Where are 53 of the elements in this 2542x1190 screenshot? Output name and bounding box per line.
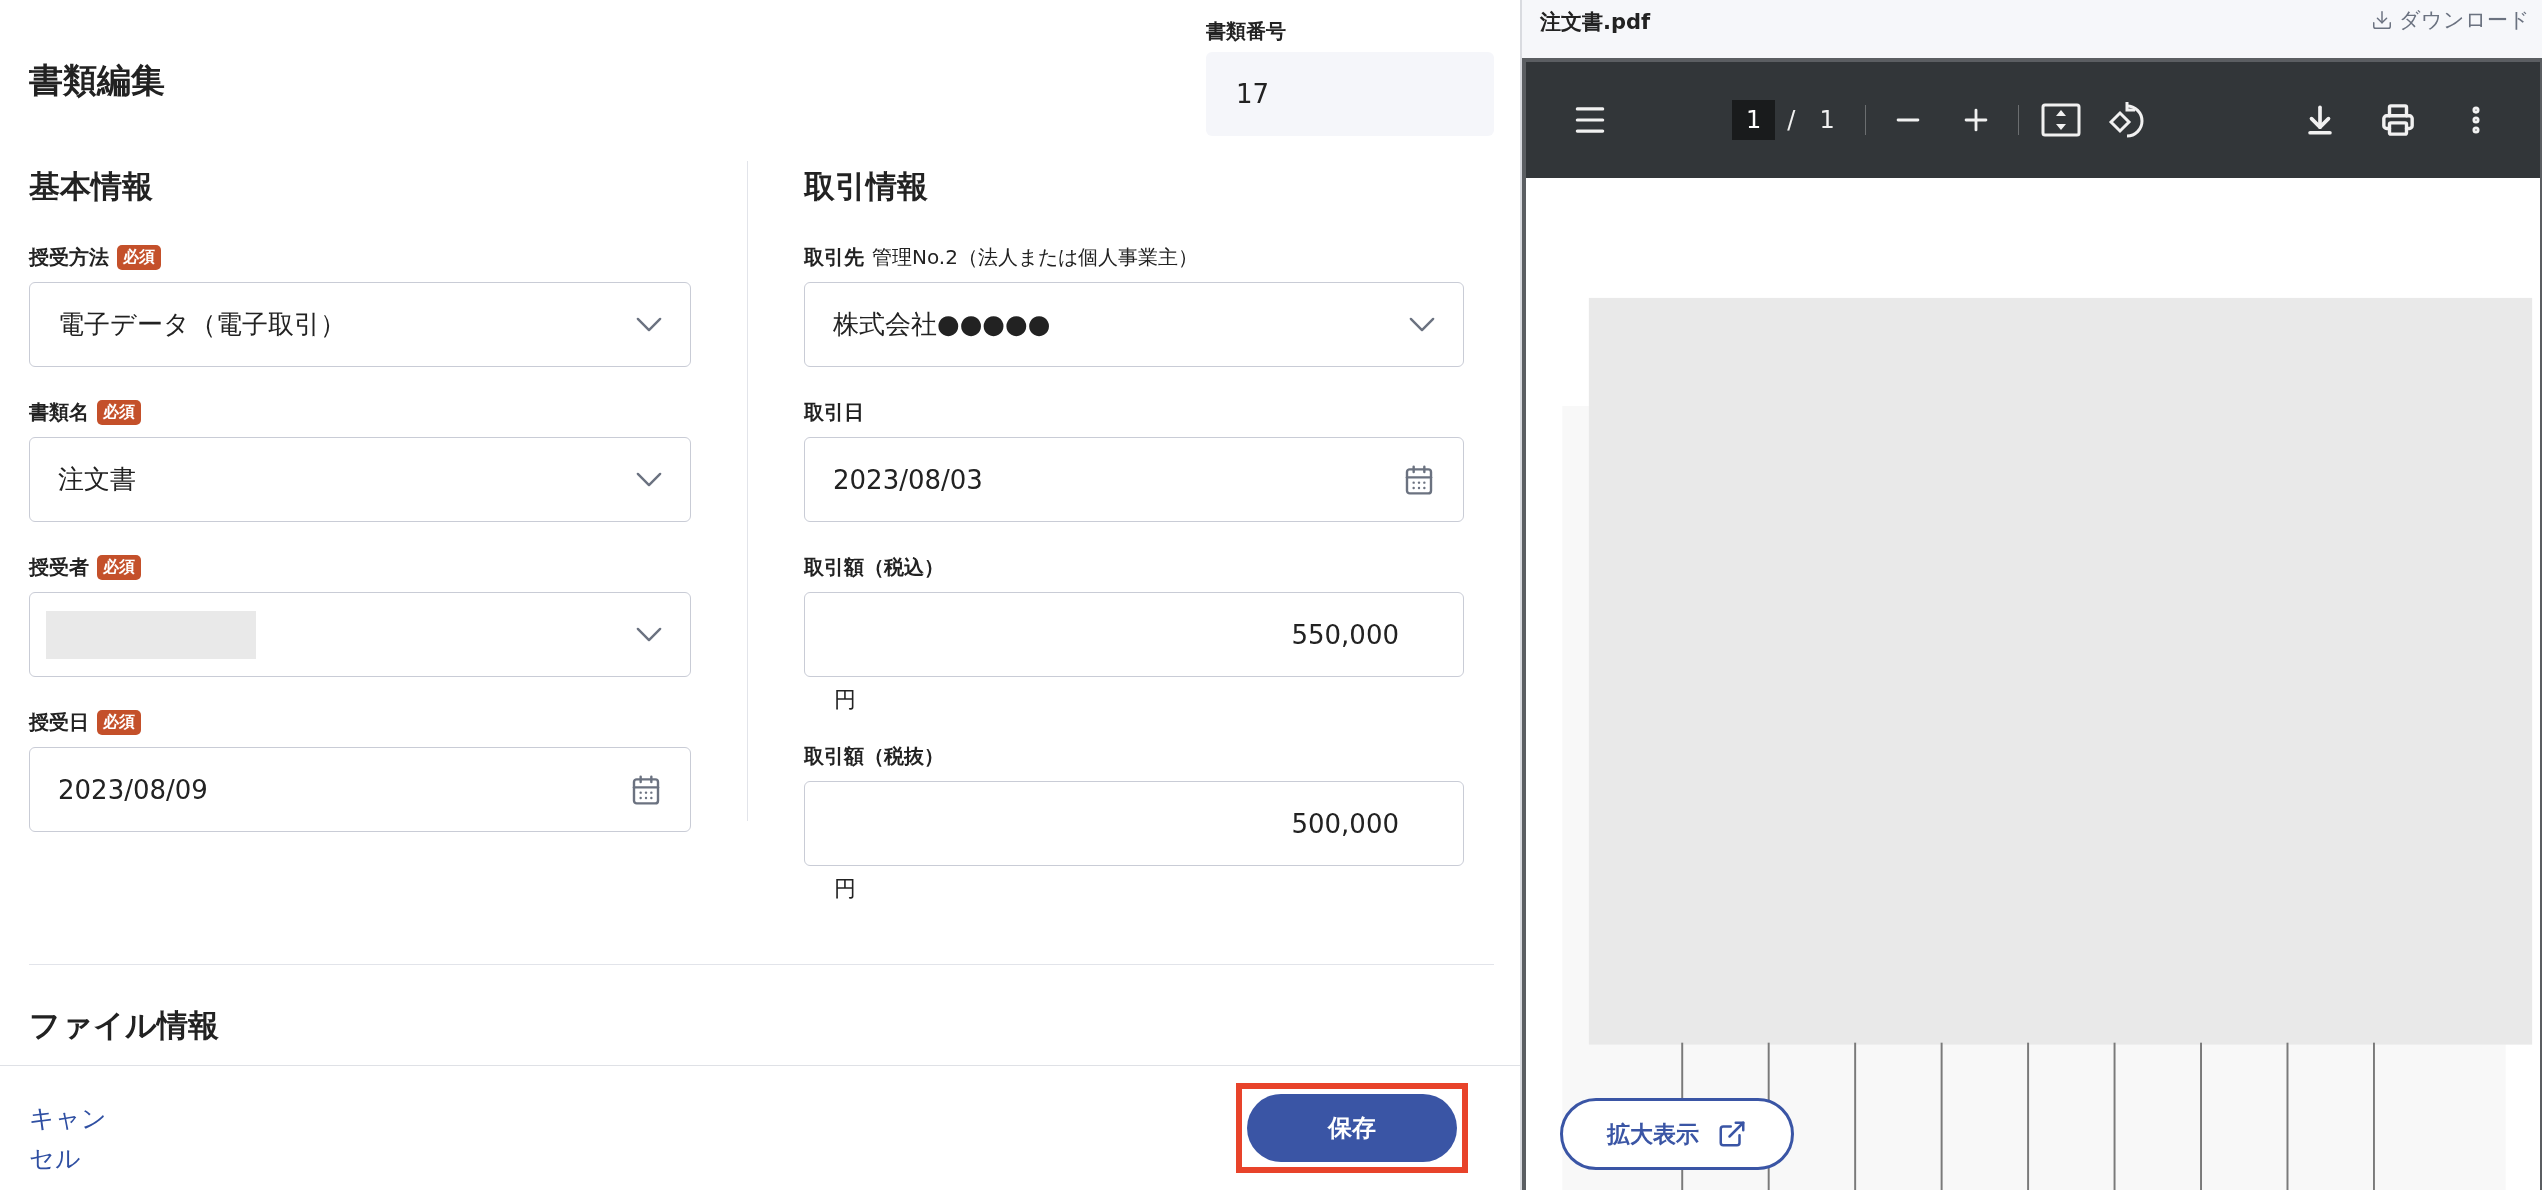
required-badge: 必須 <box>97 554 141 580</box>
page-title: 書類編集 <box>29 60 165 102</box>
select-value: 注文書 <box>58 463 136 496</box>
amount-field[interactable]: 500,000 <box>804 781 1464 866</box>
unit-label: 円 <box>834 875 856 903</box>
date-field[interactable]: 2023/08/09 <box>29 747 691 832</box>
select-field[interactable]: 注文書 <box>29 437 691 522</box>
chevron-down-icon <box>636 627 662 642</box>
calendar-icon <box>1403 463 1435 496</box>
chevron-down-icon <box>636 317 662 332</box>
amount-field[interactable]: 550,000 <box>804 592 1464 677</box>
file-name: 注文書.pdf <box>1540 9 1651 36</box>
field-label: 書類番号 <box>1206 18 1287 44</box>
field-label: 授受方法 <box>29 243 109 271</box>
required-badge: 必須 <box>117 244 161 270</box>
chevron-down-icon <box>636 472 662 487</box>
select-field[interactable]: 電子データ（電子取引） <box>29 282 691 367</box>
chevron-down-icon <box>1409 317 1435 332</box>
page-total: 1 <box>1819 105 1835 134</box>
required-badge: 必須 <box>97 709 141 735</box>
amount-value: 550,000 <box>1291 619 1400 650</box>
field-label: 取引額（税込） <box>804 553 944 581</box>
fit-page-icon[interactable] <box>2040 102 2081 137</box>
field-note: 管理No.2（法人または個人事業主） <box>872 243 1198 271</box>
section-title: 基本情報 <box>29 167 154 206</box>
document-number-field: 17 <box>1206 52 1494 136</box>
date-value: 2023/08/03 <box>833 464 983 495</box>
amount-value: 500,000 <box>1291 808 1400 839</box>
field-label: 授受者 <box>29 553 89 581</box>
select-field[interactable]: 株式会社●●●●● <box>804 282 1464 367</box>
field-label: 授受日 <box>29 708 89 736</box>
download-link[interactable]: ダウンロード <box>2371 6 2530 34</box>
calendar-icon <box>630 773 662 806</box>
expand-view-button[interactable]: 拡大表示 <box>1560 1098 1794 1170</box>
select-field[interactable] <box>29 592 691 677</box>
required-badge: 必須 <box>97 399 141 425</box>
select-value: 電子データ（電子取引） <box>58 308 346 341</box>
date-value: 2023/08/09 <box>58 774 208 805</box>
section-title: 取引情報 <box>804 167 929 206</box>
field-label: 取引日 <box>804 398 864 426</box>
field-label: 取引額（税抜） <box>804 742 944 770</box>
page-number-field[interactable]: 1 <box>1732 99 1776 140</box>
date-field[interactable]: 2023/08/03 <box>804 437 1464 522</box>
field-label: 書類名 <box>29 398 89 426</box>
save-button[interactable]: 保存 <box>1247 1094 1457 1162</box>
select-value: 株式会社●●●●● <box>833 308 1051 341</box>
field-label: 取引先 <box>804 243 864 271</box>
unit-label: 円 <box>834 686 856 714</box>
section-title: ファイル情報 <box>29 1006 220 1045</box>
page-separator: / <box>1787 105 1796 134</box>
external-link-icon <box>1717 1119 1747 1149</box>
cancel-link[interactable]: キャンセル <box>29 1099 109 1179</box>
download-icon <box>2371 9 2393 31</box>
